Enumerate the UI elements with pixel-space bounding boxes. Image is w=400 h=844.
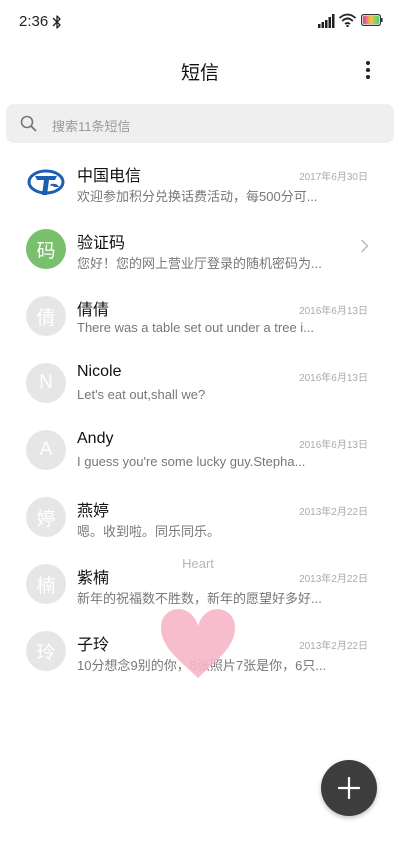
status-bar: 2:36 bbox=[0, 0, 400, 44]
conversation-name: 紫楠 bbox=[77, 570, 110, 587]
avatar: 倩 bbox=[26, 296, 66, 336]
app-header: 短信 bbox=[0, 44, 400, 100]
china-telecom-logo-avatar bbox=[26, 162, 66, 202]
conversation-item[interactable]: 婷 燕婷 2013年2月22日 嗯。收到啦。同乐同乐。 bbox=[0, 481, 400, 548]
conversation-date: 2016年6月13日 bbox=[299, 440, 368, 451]
avatar: A bbox=[26, 430, 66, 470]
conversation-preview: 您好！您的网上营业厅登录的随机密码为... bbox=[77, 256, 322, 271]
conversation-date: 2013年2月22日 bbox=[299, 574, 368, 585]
heart-label: Heart bbox=[182, 556, 214, 571]
conversation-item[interactable]: 码 验证码 您好！您的网上营业厅登录的随机密码为... bbox=[0, 213, 400, 280]
page-title: 短信 bbox=[180, 63, 219, 84]
heart-overlay: Heart bbox=[154, 556, 242, 682]
avatar: 楠 bbox=[26, 564, 66, 604]
wifi-icon bbox=[339, 13, 356, 27]
conversation-name: 中国电信 bbox=[77, 168, 142, 185]
conversation-preview: 欢迎参加积分兑换话费活动，每500分可... bbox=[77, 189, 318, 204]
status-time: 2:36 bbox=[19, 13, 49, 30]
conversation-name: 验证码 bbox=[77, 235, 126, 252]
menu-dot bbox=[366, 68, 370, 72]
avatar: 玲 bbox=[26, 631, 66, 671]
heart-icon bbox=[160, 609, 236, 678]
conversation-item[interactable]: 中国电信 2017年6月30日 欢迎参加积分兑换话费活动，每500分可... bbox=[0, 146, 400, 213]
conversation-name: 子玲 bbox=[77, 637, 110, 654]
conversation-name: 倩倩 bbox=[77, 302, 110, 319]
conversation-date: 2013年2月22日 bbox=[299, 641, 368, 652]
search-placeholder: 搜索11条短信 bbox=[52, 119, 131, 134]
more-icon[interactable] bbox=[358, 58, 378, 82]
chevron-right-icon bbox=[361, 239, 369, 253]
conversation-date: 2016年6月13日 bbox=[299, 373, 368, 384]
conversation-date: 2016年6月13日 bbox=[299, 306, 368, 317]
conversation-name: 燕婷 bbox=[77, 503, 110, 520]
plus-icon bbox=[338, 777, 360, 799]
conversation-preview: 嗯。收到啦。同乐同乐。 bbox=[77, 524, 221, 539]
bluetooth-icon bbox=[52, 15, 61, 29]
avatar: N bbox=[26, 363, 66, 403]
menu-dot bbox=[366, 61, 370, 65]
conversation-preview: Let's eat out,shall we? bbox=[77, 387, 206, 402]
avatar: 婷 bbox=[26, 497, 66, 537]
new-message-button[interactable] bbox=[321, 760, 377, 816]
conversation-name: Nicole bbox=[77, 363, 122, 380]
search-bar[interactable]: 搜索11条短信 bbox=[6, 104, 394, 143]
conversation-name: Andy bbox=[77, 430, 114, 447]
conversation-item[interactable]: N Nicole 2016年6月13日 Let's eat out,shall … bbox=[0, 347, 400, 414]
conversation-item[interactable]: 倩 倩倩 2016年6月13日 There was a table set ou… bbox=[0, 280, 400, 347]
conversation-preview: There was a table set out under a tree i… bbox=[77, 320, 315, 335]
conversation-item[interactable]: A Andy 2016年6月13日 I guess you're some lu… bbox=[0, 414, 400, 481]
menu-dot bbox=[366, 75, 370, 79]
conversation-date: 2013年2月22日 bbox=[299, 507, 368, 518]
search-icon bbox=[20, 115, 37, 132]
china-telecom-logo-icon bbox=[27, 169, 65, 195]
battery-icon bbox=[361, 14, 383, 26]
signal-icon bbox=[318, 14, 335, 28]
avatar: 码 bbox=[26, 229, 66, 269]
conversation-preview: I guess you're some lucky guy.Stepha... bbox=[77, 454, 306, 469]
conversation-date: 2017年6月30日 bbox=[299, 172, 368, 183]
